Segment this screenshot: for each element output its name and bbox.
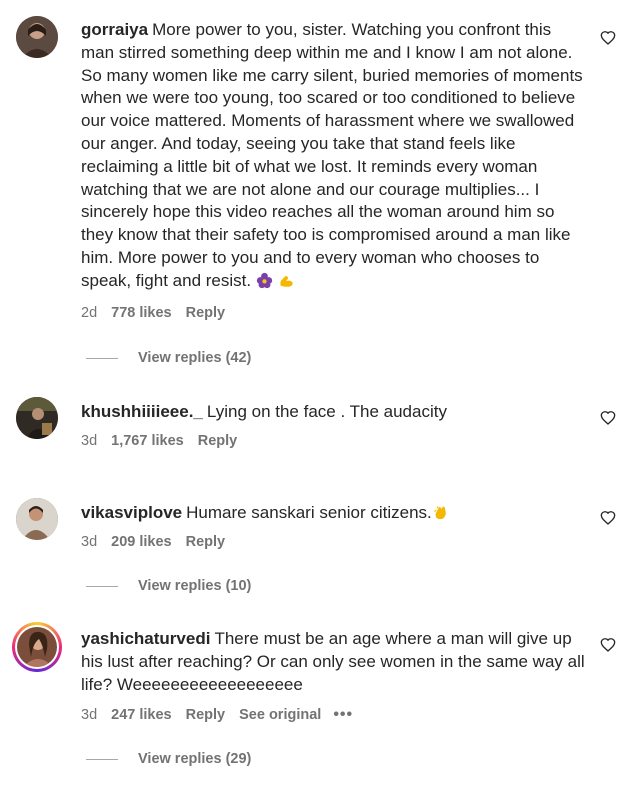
comment-username[interactable]: vikasviplove: [81, 503, 182, 522]
comment-body: yashichaturvedi There must be an age wher…: [81, 628, 586, 696]
avatar-with-story-ring[interactable]: [12, 622, 62, 672]
reply-button[interactable]: Reply: [186, 534, 226, 550]
view-replies-label: View replies (42): [138, 350, 252, 366]
comment-age[interactable]: 3d: [81, 707, 97, 723]
reply-button[interactable]: Reply: [198, 433, 238, 449]
comment-age[interactable]: 3d: [81, 433, 97, 449]
view-replies-button[interactable]: View replies (10): [86, 578, 251, 594]
view-replies-label: View replies (29): [138, 751, 252, 767]
comment-age[interactable]: 2d: [81, 305, 97, 321]
comment-text: More power to you, sister. Watching you …: [81, 20, 583, 290]
avatar[interactable]: [16, 498, 58, 540]
comment-body: gorraiya More power to you, sister. Watch…: [81, 19, 586, 293]
view-replies-button[interactable]: View replies (42): [86, 350, 251, 366]
comment-username[interactable]: yashichaturvedi: [81, 629, 210, 648]
reply-button[interactable]: Reply: [186, 305, 226, 321]
avatar: [17, 627, 57, 667]
avatar-image: [17, 627, 57, 667]
comment-meta: 3d 247 likes Reply See original •••: [81, 706, 353, 724]
see-original-button[interactable]: See original: [239, 707, 321, 723]
comment-meta: 2d 778 likes Reply: [81, 305, 239, 321]
like-heart-icon[interactable]: [600, 637, 616, 653]
avatar-image: [16, 397, 58, 439]
flexed-biceps-icon: [279, 275, 293, 287]
comment-username[interactable]: gorraiya: [81, 20, 148, 39]
reply-button[interactable]: Reply: [186, 707, 226, 723]
avatar-image: [16, 16, 58, 58]
comment-meta: 3d 1,767 likes Reply: [81, 433, 251, 449]
like-heart-icon[interactable]: [600, 410, 616, 426]
comment-likes[interactable]: 778 likes: [111, 305, 171, 321]
comment-text: Lying on the face . The audacity: [206, 402, 447, 421]
comment-likes[interactable]: 1,767 likes: [111, 433, 184, 449]
comment-body: khushhiiiieee._ Lying on the face . The a…: [81, 401, 586, 424]
comment-meta: 3d 209 likes Reply: [81, 534, 239, 550]
avatar-image: [16, 498, 58, 540]
comment-likes[interactable]: 247 likes: [111, 707, 171, 723]
comment-username[interactable]: khushhiiiieee._: [81, 402, 203, 421]
avatar-ring-gap: [15, 625, 59, 669]
replies-divider-line: [86, 357, 118, 359]
clapping-hands-icon: [433, 506, 446, 520]
like-heart-icon[interactable]: [600, 30, 616, 46]
avatar[interactable]: [16, 16, 58, 58]
purple-flower-icon: [256, 272, 272, 288]
view-replies-button[interactable]: View replies (29): [86, 751, 251, 767]
comment-body: vikasviplove Humare sanskari senior citiz…: [81, 502, 586, 525]
comment-age[interactable]: 3d: [81, 534, 97, 550]
avatar[interactable]: [16, 397, 58, 439]
replies-divider-line: [86, 585, 118, 587]
comment-text: Humare sanskari senior citizens.: [186, 503, 432, 522]
replies-divider-line: [86, 758, 118, 760]
more-options-icon[interactable]: •••: [333, 706, 353, 724]
like-heart-icon[interactable]: [600, 510, 616, 526]
comment-likes[interactable]: 209 likes: [111, 534, 171, 550]
view-replies-label: View replies (10): [138, 578, 252, 594]
